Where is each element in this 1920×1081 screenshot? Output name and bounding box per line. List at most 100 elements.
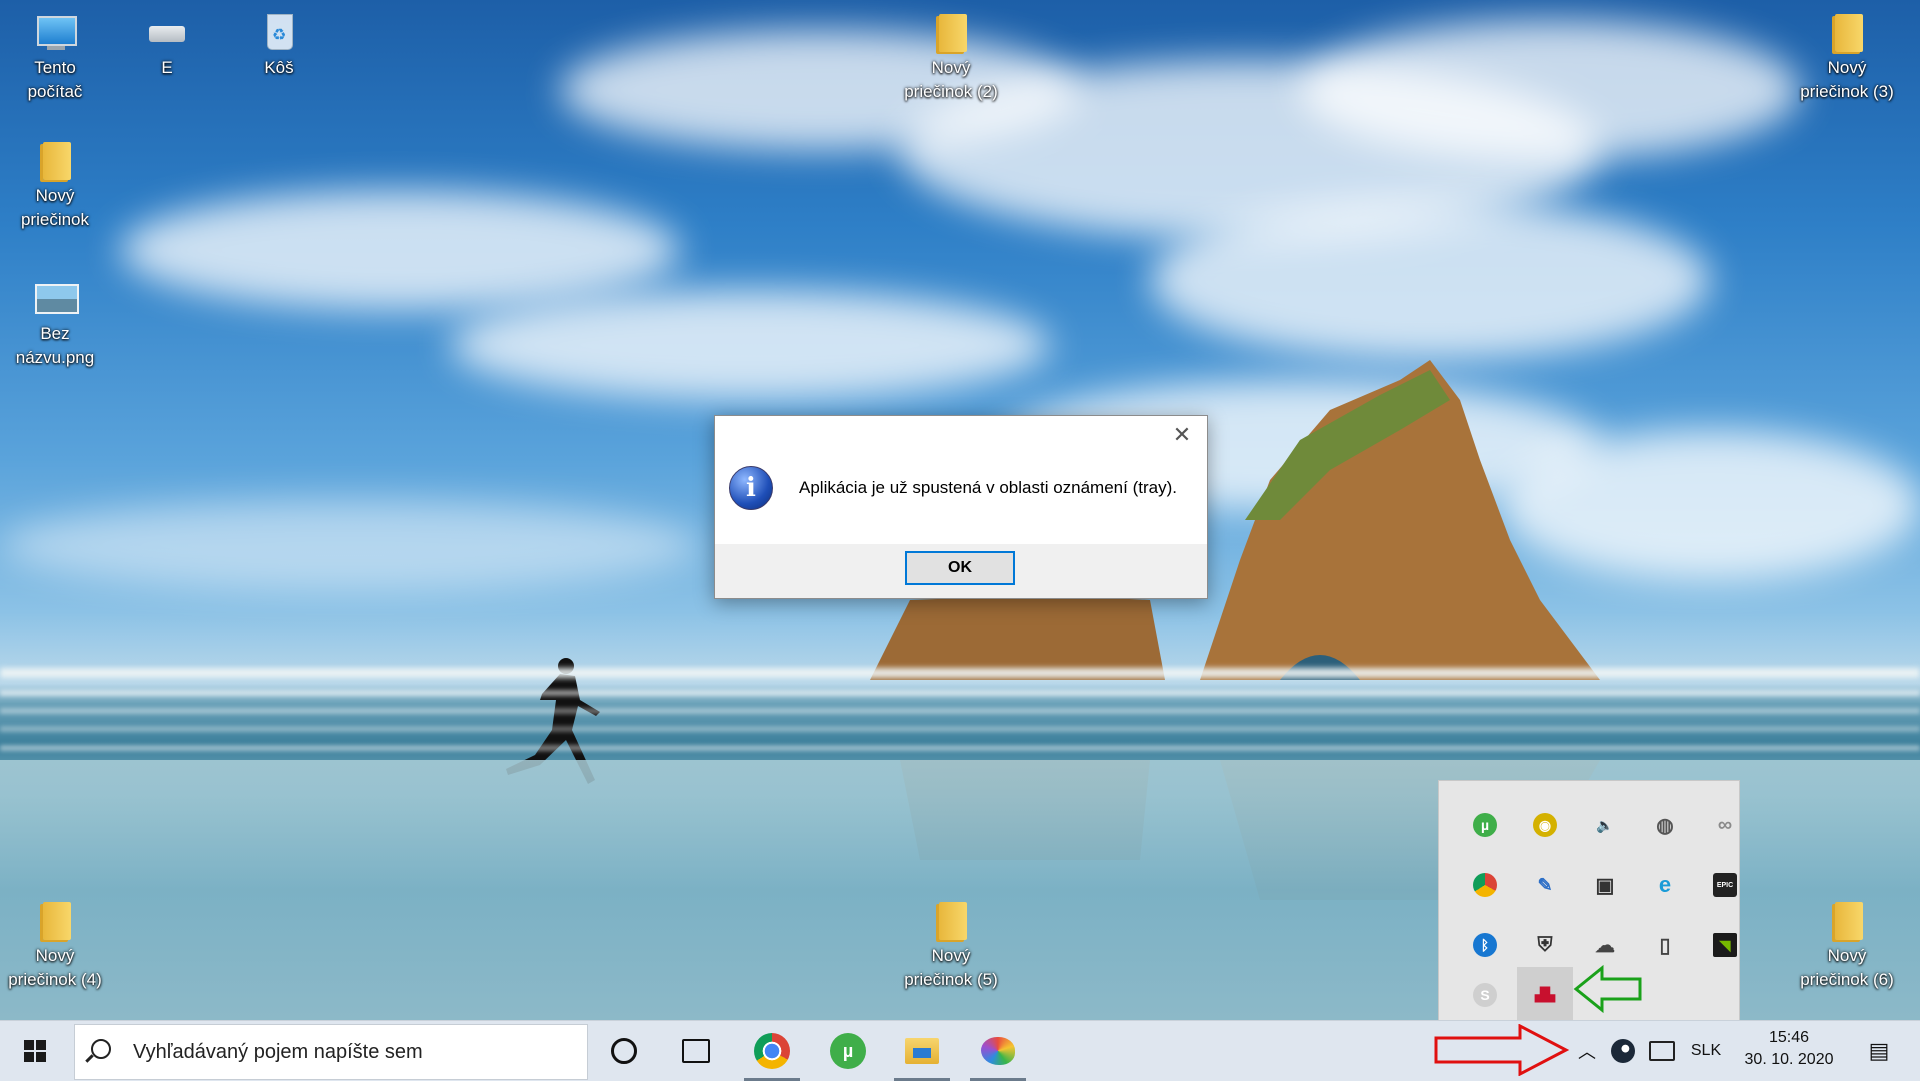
tray-item[interactable]: ▯ xyxy=(1637,917,1693,973)
steam-tray-button[interactable] xyxy=(1606,1021,1640,1081)
task-view-icon xyxy=(682,1039,710,1063)
chrome-icon: ● xyxy=(1473,873,1497,897)
desktop-icon-folder[interactable]: Nový priečinok xyxy=(5,136,105,232)
close-icon[interactable]: ✕ xyxy=(1171,424,1193,446)
dialog-message: Aplikácia je už spustená v oblasti oznám… xyxy=(799,478,1177,497)
tray-item[interactable]: ⛨ xyxy=(1517,917,1573,973)
desktop-icon-label: Kôš xyxy=(264,58,294,77)
desktop-icon-label: Nový priečinok (3) xyxy=(1800,58,1894,101)
show-hidden-icons-button[interactable]: ︿ xyxy=(1572,1021,1602,1081)
language-indicator[interactable]: SLK xyxy=(1686,1021,1726,1081)
info-icon: i xyxy=(729,466,773,510)
folder-icon xyxy=(31,896,79,944)
tray-item[interactable]: S xyxy=(1457,967,1513,1023)
desktop-icon-label: E xyxy=(161,58,173,77)
folder-icon xyxy=(31,136,79,184)
tray-item[interactable]: ✎ xyxy=(1517,857,1573,913)
tray-item[interactable]: µ xyxy=(1457,797,1513,853)
search-icon xyxy=(91,1039,111,1059)
tray-item[interactable]: ◥ xyxy=(1697,917,1753,973)
tray-item[interactable]: 🔈 xyxy=(1577,797,1633,853)
paint-button[interactable] xyxy=(964,1021,1032,1081)
image-file-icon xyxy=(31,274,79,322)
bluetooth-icon: ᛒ xyxy=(1473,933,1497,957)
tray-item[interactable]: ∞ xyxy=(1697,797,1753,853)
desktop-icon-folder-4[interactable]: Nový priečinok (4) xyxy=(5,896,105,992)
file-explorer-button[interactable] xyxy=(888,1021,956,1081)
epic-games-icon: EPIC xyxy=(1713,873,1737,897)
steam-icon xyxy=(1611,1039,1635,1063)
folder-icon xyxy=(1823,896,1871,944)
notification-center-icon[interactable]: ▤ xyxy=(1854,1021,1904,1081)
link-icon: ∞ xyxy=(1717,813,1733,836)
recycle-bin-icon: ♻ xyxy=(255,8,303,56)
search-box[interactable]: Vyhľadávaný pojem napíšte sem xyxy=(74,1024,588,1080)
message-dialog: ✕ i Aplikácia je už spustená v oblasti o… xyxy=(714,415,1208,599)
tray-item[interactable]: ◍ xyxy=(1637,797,1693,853)
file-explorer-icon xyxy=(905,1038,939,1064)
taskbar: Vyhľadávaný pojem napíšte sem µ ︿ SLK 15… xyxy=(0,1020,1920,1081)
ok-button[interactable]: OK xyxy=(905,551,1015,585)
clock-time: 15:46 xyxy=(1768,1029,1810,1046)
desktop-icon-label: Nový priečinok (6) xyxy=(1800,946,1894,989)
utorrent-taskbar-button[interactable]: µ xyxy=(814,1021,882,1081)
desktop-icon-e-shortcut[interactable]: E xyxy=(117,8,217,80)
desktop-icon-folder-2[interactable]: Nový priečinok (2) xyxy=(901,8,1001,104)
search-placeholder: Vyhľadávaný pojem napíšte sem xyxy=(133,1041,423,1063)
tray-item[interactable]: ▣ xyxy=(1577,857,1633,913)
chrome-taskbar-button[interactable] xyxy=(738,1021,806,1081)
dialog-footer: OK xyxy=(715,544,1207,596)
folder-icon xyxy=(927,896,975,944)
tray-item[interactable]: EPIC xyxy=(1697,857,1753,913)
dialog-titlebar[interactable]: ✕ xyxy=(715,416,1207,456)
desktop-icon-label: Nový priečinok (2) xyxy=(904,58,998,101)
network-icon xyxy=(1649,1041,1675,1061)
desktop-icon-label: Nový priečinok (4) xyxy=(8,946,102,989)
app-tray-icon: ▟▙ xyxy=(1535,987,1555,1002)
tray-item[interactable]: ● xyxy=(1457,857,1513,913)
desktop-icon-folder-5[interactable]: Nový priečinok (5) xyxy=(901,896,1001,992)
cortana-button[interactable] xyxy=(590,1021,658,1081)
security-shield-icon: ⛨ xyxy=(1537,933,1553,956)
computer-icon xyxy=(31,8,79,56)
desktop-icon-label: Bez názvu.png xyxy=(15,324,95,367)
tray-item[interactable]: ◉ xyxy=(1517,797,1573,853)
edge-icon: e xyxy=(1658,872,1672,897)
folder-icon xyxy=(927,8,975,56)
tray-item[interactable]: ᛒ xyxy=(1457,917,1513,973)
chrome-taskbar-icon xyxy=(754,1033,790,1069)
desktop-icon-folder-3[interactable]: Nový priečinok (3) xyxy=(1797,8,1897,104)
tray-item-selected[interactable]: ▟▙ xyxy=(1517,967,1573,1023)
cd-drive-icon: ◉ xyxy=(1533,813,1557,837)
volume-icon: 🔈 xyxy=(1596,816,1614,833)
red-arrow-annotation xyxy=(1434,1024,1570,1076)
windows-logo-icon xyxy=(24,1040,46,1062)
cortana-icon xyxy=(611,1038,637,1064)
green-arrow-annotation xyxy=(1573,964,1642,1014)
taskbar-clock[interactable]: 15:46 30. 10. 2020 xyxy=(1730,1027,1848,1071)
drive-shortcut-icon xyxy=(143,8,191,56)
folder-icon xyxy=(1823,8,1871,56)
desktop-icon-this-pc[interactable]: Tento počítač xyxy=(5,8,105,104)
tray-item[interactable]: e xyxy=(1637,857,1693,913)
camera-app-icon: ▣ xyxy=(1595,874,1615,897)
desktop-icon-label: Nový priečinok xyxy=(20,186,90,229)
network-tray-button[interactable] xyxy=(1644,1021,1680,1081)
onedrive-icon: ☁ xyxy=(1595,934,1615,957)
start-button[interactable] xyxy=(0,1021,70,1081)
nvidia-icon: ◥ xyxy=(1713,933,1737,957)
task-view-button[interactable] xyxy=(662,1021,730,1081)
desktop-icon-label: Nový priečinok (5) xyxy=(904,946,998,989)
usb-drive-icon: ▯ xyxy=(1659,934,1671,957)
utorrent-taskbar-icon: µ xyxy=(830,1033,866,1069)
utorrent-icon: µ xyxy=(1473,813,1497,837)
desktop-icon-recycle-bin[interactable]: ♻ Kôš xyxy=(229,8,329,80)
pen-tablet-icon: ✎ xyxy=(1537,874,1553,895)
paint-icon xyxy=(981,1037,1015,1065)
desktop-icon-image-file[interactable]: Bez názvu.png xyxy=(5,274,105,370)
steering-wheel-icon: ◍ xyxy=(1656,814,1674,837)
clock-date: 30. 10. 2020 xyxy=(1744,1051,1834,1068)
desktop-icon-label: Tento počítač xyxy=(27,58,83,101)
skype-icon: S xyxy=(1473,983,1497,1007)
desktop-icon-folder-6[interactable]: Nový priečinok (6) xyxy=(1797,896,1897,992)
